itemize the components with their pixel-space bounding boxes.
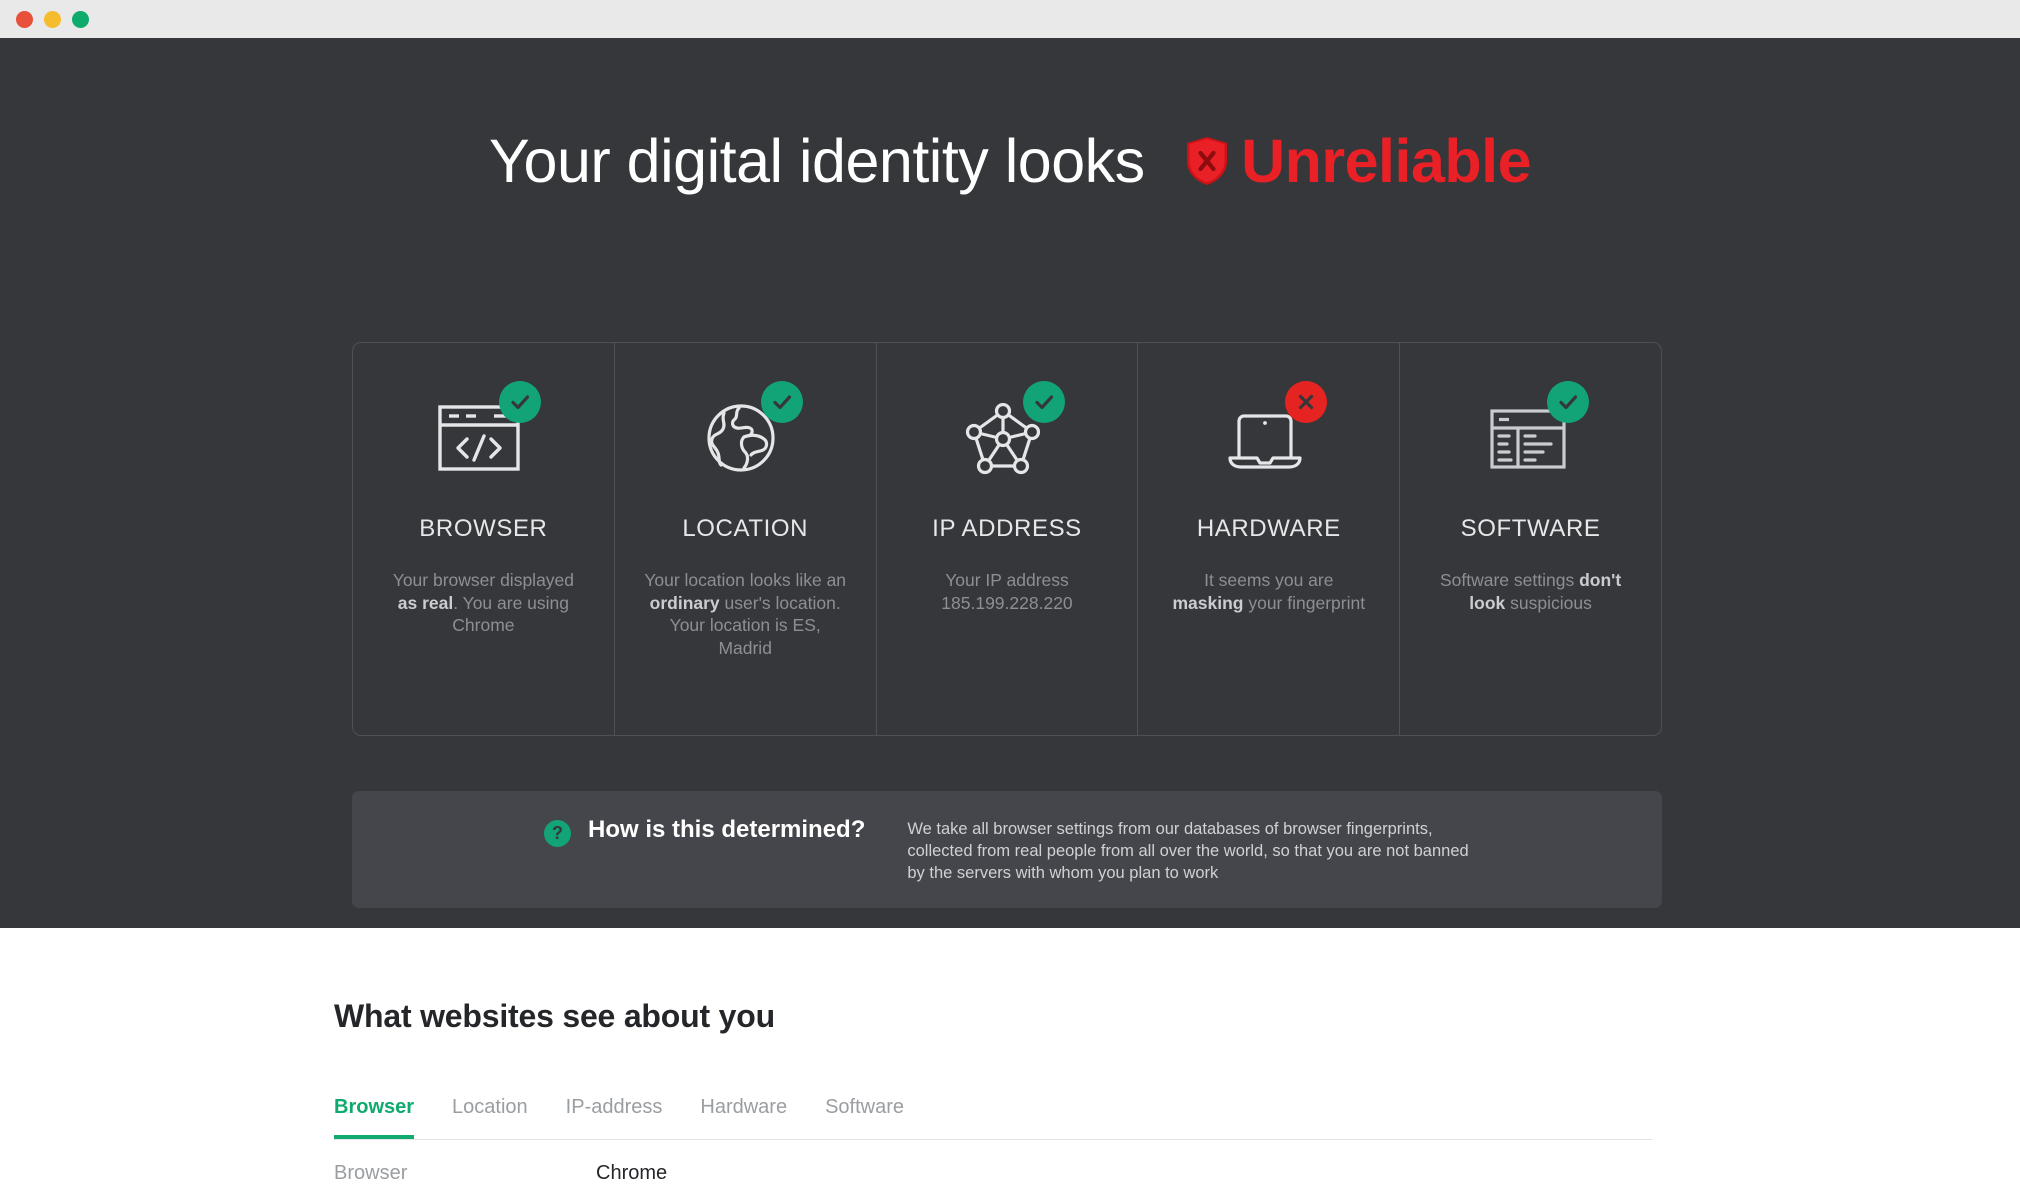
card-ip-address-description: Your IP address 185.199.228.220 — [941, 570, 1073, 613]
detail-key-browser: Browser — [334, 1162, 408, 1184]
card-ip-address-status-badge — [1022, 381, 1065, 423]
card-hardware-description: It seems you are masking your fingerprin… — [1172, 570, 1366, 613]
card-ip-address-title: IP ADDRESS — [932, 515, 1082, 542]
cross-icon — [1298, 394, 1313, 410]
card-location[interactable]: LOCATION Your location looks like an ord… — [615, 343, 877, 735]
card-hardware[interactable]: HARDWARE It seems you are masking your f… — [1138, 343, 1401, 735]
how-determined-title: How is this determined? — [588, 816, 866, 843]
card-hardware-status-badge — [1284, 381, 1327, 423]
card-location-description: Your location looks like an ordinary use… — [644, 570, 847, 658]
card-software-title: SOFTWARE — [1460, 515, 1601, 542]
card-browser-description: Your browser displayed as real. You are … — [392, 570, 575, 635]
card-software-status-badge — [1546, 381, 1589, 423]
headline-prefix: Your digital identity looks — [488, 127, 1145, 195]
how-determined-body: We take all browser settings from our da… — [907, 820, 1469, 882]
how-determined-info-bar: ? How is this determined? We take all br… — [352, 791, 1662, 908]
verdict-text: Unreliable — [1241, 127, 1532, 195]
card-browser[interactable]: BROWSER Your browser displayed as real. … — [353, 343, 615, 735]
shield-x-icon — [1187, 137, 1228, 185]
card-software[interactable]: SOFTWARE Software settings don't look su… — [1400, 343, 1661, 735]
card-ip-address[interactable]: IP ADDRESS Your IP address 185.199.228.2… — [877, 343, 1139, 735]
window-minimize-button[interactable] — [44, 10, 61, 28]
tab-ip-address[interactable]: IP-address — [566, 1096, 663, 1139]
card-browser-status-badge — [499, 381, 542, 423]
check-icon — [511, 395, 530, 410]
websites-see-panel: What websites see about you Browser Loca… — [38, 928, 1982, 1199]
window-close-button[interactable] — [16, 10, 33, 28]
card-hardware-title: HARDWARE — [1196, 515, 1341, 542]
shield-x-icon-svg — [1187, 137, 1228, 185]
detail-value-browser: Chrome — [596, 1162, 668, 1184]
card-browser-icon-wrap — [427, 381, 542, 477]
card-browser-title: BROWSER — [419, 515, 548, 542]
detail-rows: Browser Chrome — [334, 1162, 1652, 1185]
identity-cards-container: BROWSER Your browser displayed as real. … — [352, 342, 1662, 736]
check-icon — [1558, 395, 1577, 410]
tab-software[interactable]: Software — [825, 1096, 904, 1139]
window-traffic-lights — [16, 10, 89, 28]
window-titlebar — [0, 0, 2020, 38]
detail-row-browser: Browser Chrome — [334, 1162, 1652, 1185]
verdict-group: Unreliable — [1187, 126, 1532, 196]
tab-browser[interactable]: Browser — [334, 1096, 415, 1139]
page-headline: Your digital identity looks Unreliable — [0, 126, 2020, 196]
card-location-icon-wrap — [689, 381, 804, 477]
hero-section: Your digital identity looks Unreliable B… — [0, 38, 2020, 928]
check-icon — [773, 395, 792, 410]
tab-location[interactable]: Location — [452, 1096, 528, 1139]
tab-hardware[interactable]: Hardware — [700, 1096, 787, 1139]
question-mark-icon: ? — [544, 820, 571, 847]
card-location-title: LOCATION — [682, 515, 809, 542]
card-location-status-badge — [761, 381, 804, 423]
card-software-icon-wrap — [1475, 381, 1589, 477]
panel-title: What websites see about you — [334, 998, 775, 1034]
card-ip-address-icon-wrap — [951, 381, 1065, 477]
check-icon — [1035, 395, 1054, 410]
window-maximize-button[interactable] — [72, 10, 89, 28]
card-hardware-icon-wrap — [1213, 381, 1327, 477]
panel-tabs: Browser Location IP-address Hardware Sof… — [334, 1096, 1652, 1140]
card-software-description: Software settings don't look suspicious — [1439, 570, 1622, 613]
